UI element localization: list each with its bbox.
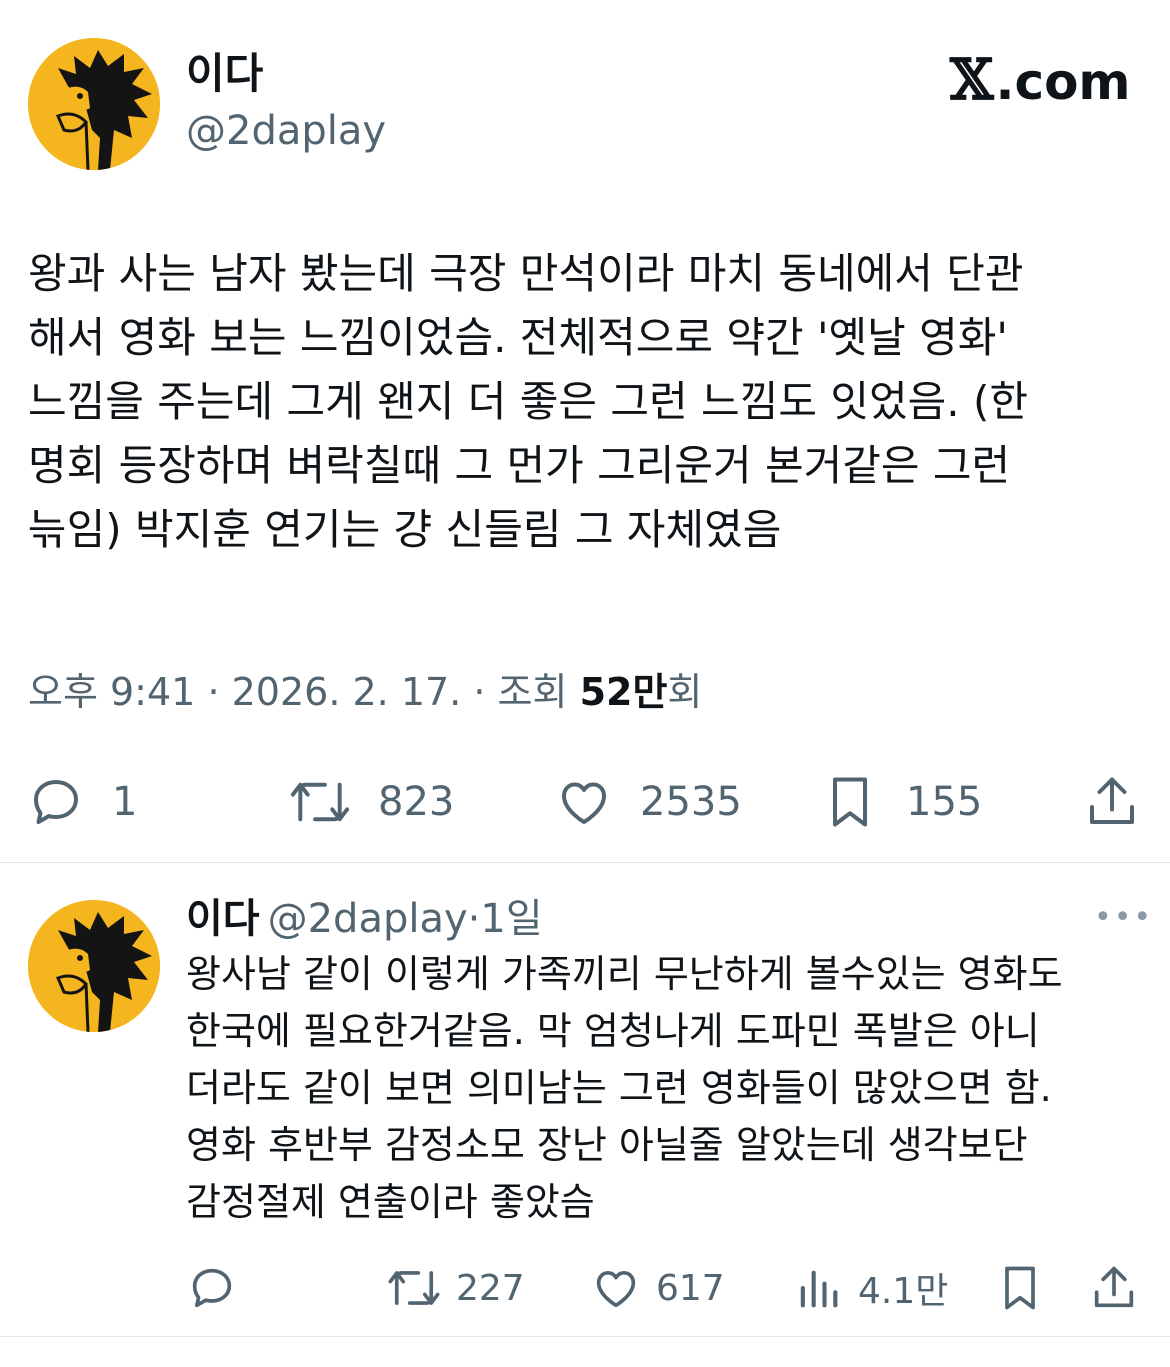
reply-repost-button[interactable]: 227 [386,1262,525,1314]
tweet-text: 왕과 사는 남자 봤는데 극장 만석이라 마치 동네에서 단관 해서 영화 보는… [28,249,1028,554]
repost-icon [290,782,350,822]
like-count: 2535 [640,779,742,825]
divider [0,862,1170,863]
like-icon [562,782,606,824]
avatar-illustration [28,38,160,170]
meta-separator: · [207,670,220,714]
reply-like-button[interactable]: 617 [590,1262,725,1314]
reply-header: 이다 @2daplay·1일 [186,892,543,946]
reply-share-button[interactable] [1088,1262,1140,1314]
reply-author-name[interactable]: 이다 [186,896,260,942]
x-logo-mark: 𝕏 [950,47,994,113]
views-icon [800,1270,838,1308]
reply-author-avatar[interactable] [28,900,160,1032]
bookmark-count: 155 [906,779,983,825]
tweet-time[interactable]: 오후 9:41 [28,670,195,714]
reply-like-count: 617 [656,1267,725,1309]
bookmark-button[interactable]: 155 [820,772,982,832]
like-icon [596,1270,636,1308]
reply-count: 1 [112,779,138,825]
reply-views-count: 4.1만 [858,1271,949,1312]
author-avatar[interactable] [28,38,160,170]
tweet-meta: 오후 9:41 · 2026. 2. 17. · 조회 52만회 [28,664,702,720]
like-button[interactable]: 2535 [554,772,742,832]
share-button[interactable] [1082,772,1142,832]
tweet-date[interactable]: 2026. 2. 17. [232,670,462,714]
repost-button[interactable]: 823 [288,772,454,832]
author-name[interactable]: 이다 [186,48,263,100]
reply-text: 왕사남 같이 이렇게 가족끼리 무난하게 볼수있는 영화도 한국에 필요한거같음… [186,952,1063,1224]
reply-time[interactable]: 1일 [480,896,542,942]
reply-icon [192,1268,232,1308]
reply-author-handle[interactable]: @2daplay [268,896,468,942]
reply-views-button[interactable]: 4.1만 [792,1262,948,1314]
bookmark-icon [1005,1266,1035,1310]
reply-bookmark-button[interactable] [994,1262,1046,1314]
x-logo: 𝕏.com [950,50,1131,112]
more-icon[interactable]: ••• [1094,900,1153,935]
views-count: 52만 [579,670,668,714]
divider [0,1336,1170,1337]
bookmark-icon [833,777,867,827]
reply-time-separator: · [467,896,481,942]
share-icon [1090,777,1134,824]
author-handle[interactable]: @2daplay [186,106,386,156]
reply-reply-button[interactable] [186,1262,238,1314]
views-prefix: 조회 [497,670,568,714]
views-suffix: 회 [667,670,703,714]
repost-icon [388,1271,440,1305]
x-logo-suffix: .com [995,53,1131,111]
avatar-illustration [28,900,160,1032]
repost-count: 823 [378,779,455,825]
reply-icon [34,780,78,824]
reply-button[interactable]: 1 [26,772,137,832]
share-icon [1094,1266,1134,1308]
reply-repost-count: 227 [456,1267,525,1309]
meta-separator: · [473,670,486,714]
